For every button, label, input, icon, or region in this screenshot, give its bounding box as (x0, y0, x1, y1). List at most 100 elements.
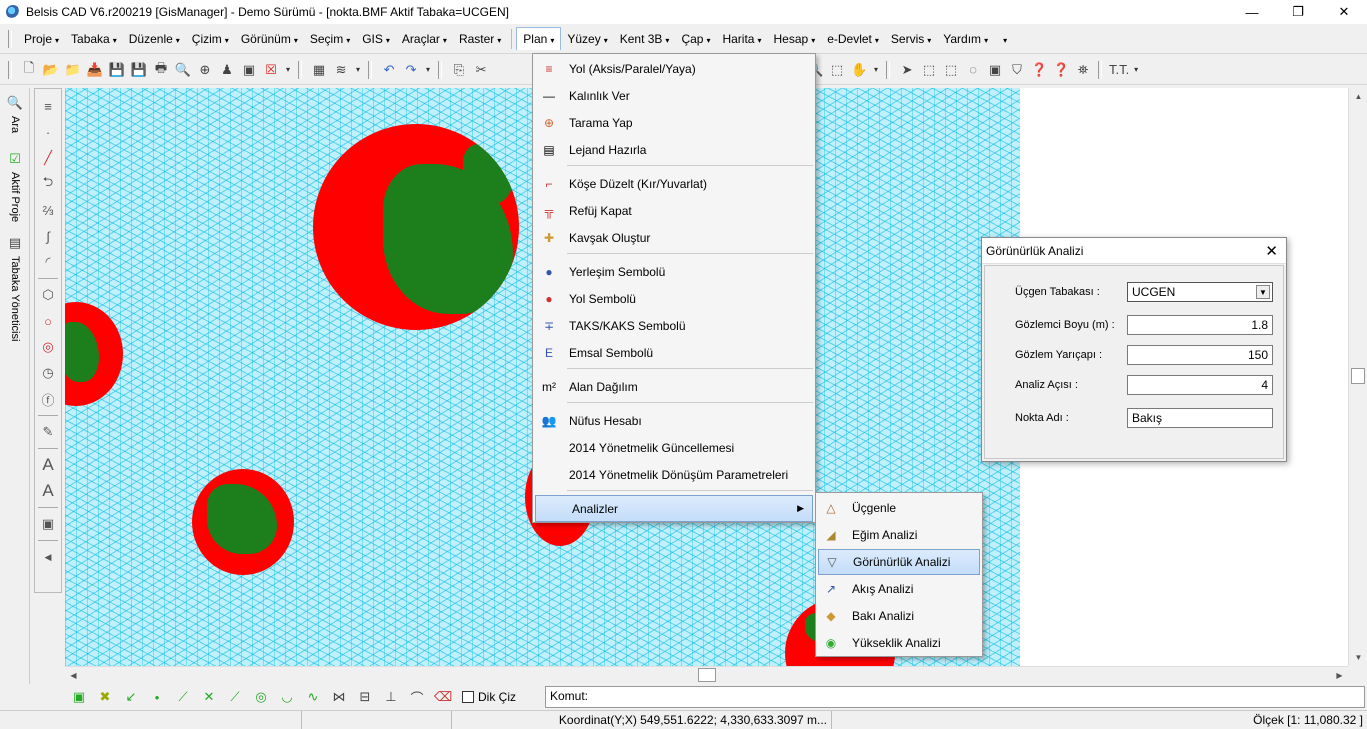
menu-harita[interactable]: Harita ▾ (716, 28, 767, 50)
toolbar-dropdown-4[interactable]: ▾ (874, 65, 878, 74)
gozlem-yaricapi-input[interactable]: 150 (1127, 345, 1273, 365)
select-crossing-icon[interactable]: ⬚ (942, 61, 960, 79)
menu-item-akis-analizi[interactable]: ↗ Akış Analizi (818, 576, 980, 602)
menu-item-yol-sembolu[interactable]: ● Yol Sembolü (533, 285, 815, 312)
tab-ara[interactable]: 🔍 Ara (4, 94, 26, 133)
menubar-grip[interactable] (8, 29, 12, 48)
save-icon[interactable]: 💾 (108, 61, 126, 79)
menu-item-tarama-yap[interactable]: ⊕ Tarama Yap (533, 109, 815, 136)
import-icon[interactable]: 📥 (86, 61, 104, 79)
tab-aktif-proje[interactable]: ☑ Aktif Proje (4, 150, 26, 222)
menu-item-analizler[interactable]: Analizler ▶ (535, 495, 813, 522)
snap-extension-icon[interactable]: ⊥ (382, 688, 400, 706)
snap-node-icon[interactable]: • (148, 688, 166, 706)
menu-servis[interactable]: Servis ▾ (885, 28, 937, 50)
save-as-icon[interactable]: 💾 (130, 61, 148, 79)
horizontal-scroll-thumb[interactable] (698, 668, 716, 682)
toolbar-grip-5[interactable] (886, 60, 891, 79)
scroll-up-icon[interactable]: ▲ (1349, 88, 1367, 105)
menu-item-refuj-kapat[interactable]: ╦ Refüj Kapat (533, 197, 815, 224)
dik-ciz-toggle[interactable]: Dik Çiz (462, 690, 516, 704)
undo-icon[interactable]: ↶ (380, 61, 398, 79)
toolbar-grip-2[interactable] (298, 60, 303, 79)
zoom-window-icon[interactable]: ⬚ (828, 61, 846, 79)
menu-item-2014-yonetmelik-guncellemesi[interactable]: 2014 Yönetmelik Güncellemesi (533, 434, 815, 461)
binoculars-icon[interactable]: ⛯ (1074, 61, 1092, 79)
point-icon[interactable]: · (37, 121, 59, 143)
image-icon[interactable]: ▣ (37, 513, 59, 535)
menu-secim[interactable]: Seçim ▾ (304, 28, 356, 50)
polyline-icon[interactable]: ⮌ (37, 173, 59, 195)
snap-endpoint-icon[interactable]: ↙ (122, 688, 140, 706)
menu-item-egim-analizi[interactable]: ◢ Eğim Analizi (818, 522, 980, 548)
text-style-icon[interactable]: T.T. (1109, 61, 1129, 79)
toolbar-grip-3[interactable] (368, 60, 373, 79)
export-icon[interactable]: ▣ (240, 61, 258, 79)
menu-hesap[interactable]: Hesap ▾ (768, 28, 822, 50)
help-icon[interactable]: ❓ (1030, 61, 1048, 79)
arc-icon[interactable]: ◜ (37, 251, 59, 273)
horizontal-scrollbar[interactable]: ◀ ▶ (65, 666, 1348, 683)
layers-icon[interactable]: ≋ (332, 61, 350, 79)
line-icon[interactable]: ╱ (37, 147, 59, 169)
select-filter-icon[interactable]: ⛉ (1008, 61, 1026, 79)
snap-settings-icon[interactable]: ▣ (70, 688, 88, 706)
maximize-button[interactable]: ❐ (1275, 0, 1321, 24)
dik-ciz-checkbox[interactable] (462, 691, 474, 703)
menu-duzenle[interactable]: Düzenle ▾ (123, 28, 186, 50)
select-window-icon[interactable]: ⬚ (920, 61, 938, 79)
close-button[interactable]: ✕ (1321, 0, 1367, 24)
menu-item-kose-duzelt[interactable]: ⌐ Köşe Düzelt (Kır/Yuvarlat) (533, 170, 815, 197)
print-icon[interactable]: 🖶 (152, 60, 170, 79)
toolbar-grip[interactable] (8, 60, 12, 79)
menu-gis[interactable]: GIS ▾ (356, 28, 396, 50)
toolbar-dropdown-1[interactable]: ▾ (286, 65, 290, 74)
scroll-left-icon[interactable]: ◀ (65, 667, 82, 684)
menu-plan[interactable]: Plan ▾ (516, 27, 562, 50)
menu-raster[interactable]: Raster ▾ (453, 28, 507, 50)
snap-tangent-icon[interactable]: ◡ (278, 688, 296, 706)
menu-item-lejand-hazirla[interactable]: ▤ Lejand Hazırla (533, 136, 815, 163)
copy-icon[interactable]: ⎘ (450, 61, 468, 79)
scroll-right-icon[interactable]: ▶ (1331, 667, 1348, 684)
menu-item-alan-dagilim[interactable]: m² Alan Dağılım (533, 373, 815, 400)
pan-icon[interactable]: ✋ (850, 61, 868, 79)
select-circle-icon[interactable]: ◌ (964, 61, 982, 79)
menu-item-nufus-hesabi[interactable]: 👥 Nüfus Hesabı (533, 407, 815, 434)
analiz-acisi-input[interactable]: 4 (1127, 375, 1273, 395)
snap-grid-icon[interactable]: ⋈ (330, 688, 348, 706)
redo-icon[interactable]: ↷ (402, 61, 420, 79)
menu-cizim[interactable]: Çizim ▾ (186, 28, 235, 50)
menu-tabaka[interactable]: Tabaka ▾ (65, 28, 123, 50)
chevron-down-icon[interactable]: ▼ (1256, 285, 1270, 299)
properties-icon[interactable]: ▦ (310, 61, 328, 79)
new-file-icon[interactable]: 🗋 (20, 60, 38, 79)
menu-item-kalinlik-ver[interactable]: — Kalınlık Ver (533, 82, 815, 109)
toolbar-dropdown-3[interactable]: ▾ (426, 65, 430, 74)
nokta-adi-input[interactable]: Bakış (1127, 408, 1273, 428)
ucgen-tabakasi-select[interactable]: UCGEN ▼ (1127, 282, 1273, 302)
vertical-scrollbar[interactable]: ▲ ▼ (1348, 88, 1367, 666)
menu-proje[interactable]: Proje ▾ (18, 28, 65, 50)
eraser-icon[interactable]: ⌫ (434, 688, 452, 706)
tab-tabaka-yoneticisi[interactable]: ▤ Tabaka Yöneticisi (4, 234, 26, 341)
scroll-down-icon[interactable]: ▼ (1349, 649, 1367, 666)
collapse-left-icon[interactable]: ◀ (37, 546, 59, 568)
pen-icon[interactable]: ✎ (37, 421, 59, 443)
command-input[interactable]: Komut: (545, 686, 1365, 708)
select-all-icon[interactable]: ▣ (986, 61, 1004, 79)
snap-perpendicular-icon[interactable]: ∿ (304, 688, 322, 706)
circle-text-icon[interactable]: ⓕ (37, 388, 59, 410)
menu-item-yukseklik-analizi[interactable]: ◉ Yükseklik Analizi (818, 630, 980, 656)
open-folder-icon[interactable]: 📂 (42, 61, 60, 79)
menu-araclar[interactable]: Araçlar ▾ (396, 28, 453, 50)
open-recent-icon[interactable]: 📁 (64, 61, 82, 79)
snap-midpoint-icon[interactable]: ⟋ (174, 688, 192, 706)
menu-item-ucgenle[interactable]: △ Üçgenle (818, 495, 980, 521)
menu-item-yerlesim-sembolu[interactable]: ● Yerleşim Sembolü (533, 258, 815, 285)
snap-off-icon[interactable]: ✖ (96, 688, 114, 706)
menubar-overflow-button[interactable]: ▾ (994, 28, 1013, 50)
snap-nearest-icon[interactable]: ⟋ (226, 688, 244, 706)
menu-yuzey[interactable]: Yüzey ▾ (561, 28, 613, 50)
snap-center-icon[interactable]: ◎ (252, 688, 270, 706)
